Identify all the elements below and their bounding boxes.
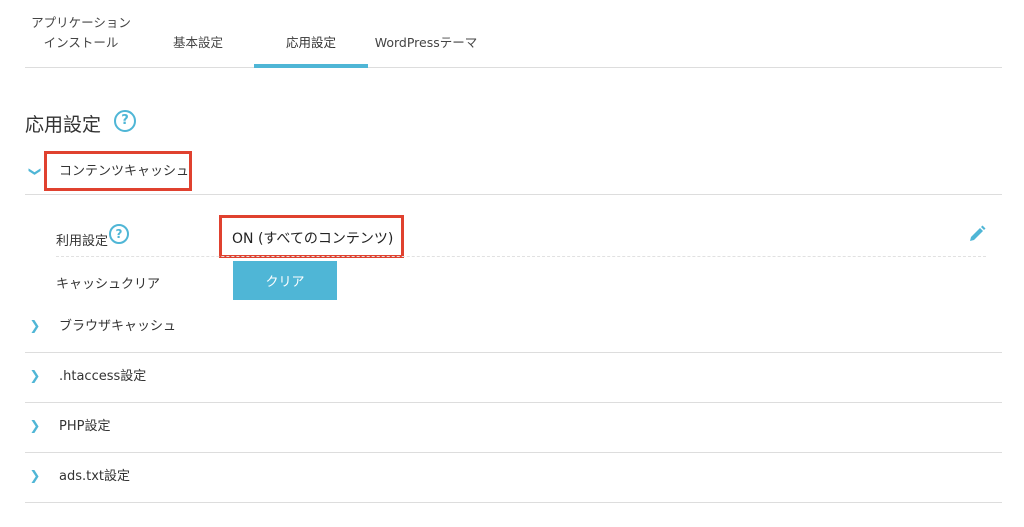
chevron-right-icon[interactable]: ❯ (28, 302, 42, 352)
tab-label: 基本設定 (172, 35, 223, 50)
help-icon[interactable]: ? (109, 224, 129, 244)
tab-label: アプリケーション インストール (31, 15, 131, 50)
chevron-right-icon[interactable]: ❯ (28, 352, 42, 402)
cache-clear-label: キャッシュクリア (56, 277, 161, 292)
section-title: ads.txt設定 (59, 469, 131, 484)
section-title: ブラウザキャッシュ (59, 319, 177, 334)
active-tab-indicator (254, 64, 368, 68)
section-title: .htaccess設定 (59, 369, 147, 384)
pencil-icon[interactable] (967, 224, 987, 244)
highlight-box (219, 215, 404, 258)
tab-bar: アプリケーション インストール 基本設定 応用設定 WordPressテーマ (25, 0, 1002, 68)
tab-wordpress-theme[interactable]: WordPressテーマ (368, 0, 484, 67)
chevron-right-icon[interactable]: ❯ (28, 402, 42, 452)
section-title: PHP設定 (59, 419, 111, 434)
tab-label: WordPressテーマ (374, 35, 478, 50)
section-php[interactable]: ❯ PHP設定 (25, 402, 1002, 453)
section-htaccess[interactable]: ❯ .htaccess設定 (25, 352, 1002, 403)
help-icon[interactable]: ? (114, 110, 136, 132)
tab-label: 応用設定 (285, 35, 336, 50)
usage-setting-label: 利用設定 (56, 234, 109, 249)
clear-button[interactable]: クリア (233, 261, 337, 300)
page-title: 応用設定 (25, 114, 102, 136)
tab-advanced-settings[interactable]: 応用設定 (254, 0, 368, 68)
chevron-right-icon[interactable]: ❯ (28, 452, 42, 502)
tab-basic-settings[interactable]: 基本設定 (153, 0, 243, 67)
section-ads-txt[interactable]: ❯ ads.txt設定 (25, 452, 1002, 503)
section-browser-cache[interactable]: ❯ ブラウザキャッシュ (25, 302, 1002, 353)
row-divider (56, 256, 986, 257)
highlight-box (44, 151, 192, 191)
tab-application-install[interactable]: アプリケーション インストール (25, 0, 137, 67)
